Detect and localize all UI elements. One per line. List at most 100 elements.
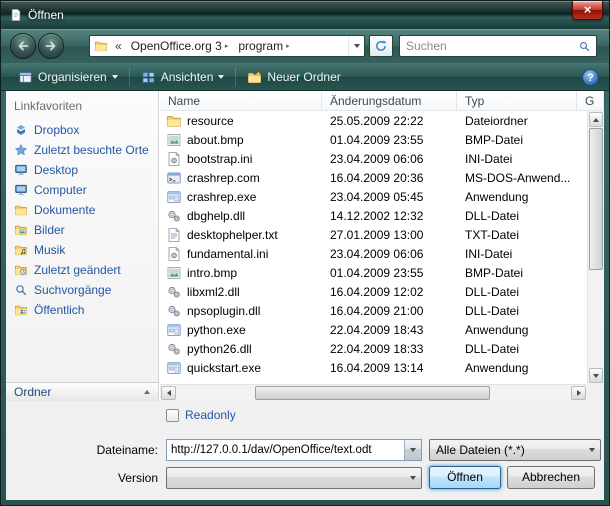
- breadcrumb-separator-icon: ▸: [222, 42, 232, 50]
- sidebar-item-dropbox[interactable]: Dropbox: [6, 120, 158, 140]
- version-dropdown-button[interactable]: [405, 476, 421, 480]
- recently-changed-icon: [14, 263, 28, 277]
- arrow-left-icon: [167, 390, 171, 396]
- sidebar-item-music[interactable]: Musik: [6, 240, 158, 260]
- filename-input[interactable]: [167, 440, 404, 460]
- file-row[interactable]: npsoplugin.dll 16.04.2009 21:00 DLL-Date…: [160, 301, 587, 320]
- file-row[interactable]: python26.dll 22.04.2009 18:33 DLL-Datei: [160, 339, 587, 358]
- back-button[interactable]: [10, 33, 36, 59]
- scrollbar-corner: [587, 384, 604, 401]
- help-button[interactable]: ?: [582, 69, 599, 86]
- sidebar-item-label: Bilder: [34, 223, 65, 237]
- sidebar-item-label: Zuletzt besuchte Orte: [34, 143, 149, 157]
- file-name: python.exe: [187, 323, 246, 337]
- sidebar-item-desktop[interactable]: Desktop: [6, 160, 158, 180]
- pictures-icon: [14, 223, 28, 237]
- searches-icon: [14, 283, 28, 297]
- search-box: [399, 35, 597, 57]
- breadcrumb-label: OpenOffice.org 3: [131, 39, 222, 53]
- address-history-dropdown[interactable]: [348, 36, 364, 56]
- readonly-row: Readonly: [166, 408, 236, 422]
- new-folder-label: Neuer Ordner: [267, 70, 340, 84]
- horizontal-scrollbar-thumb[interactable]: [255, 386, 490, 400]
- filetype-dropdown-button[interactable]: [584, 448, 600, 452]
- browser-pane: Linkfavoriten Dropbox Zuletzt besuchte O…: [6, 91, 604, 401]
- sidebar-item-public[interactable]: Öffentlich: [6, 300, 158, 320]
- file-rows: resource 25.05.2009 22:22 Dateiordner ab…: [160, 111, 587, 377]
- column-header-type[interactable]: Typ: [457, 91, 577, 110]
- scroll-down-button[interactable]: [589, 368, 603, 383]
- vertical-scrollbar[interactable]: [587, 111, 604, 384]
- chevron-down-icon: [354, 44, 360, 48]
- file-date: 23.04.2009 05:45: [322, 190, 457, 204]
- sidebar-item-pictures[interactable]: Bilder: [6, 220, 158, 240]
- column-header-size[interactable]: G: [577, 91, 604, 110]
- breadcrumb-overflow-button[interactable]: «: [111, 39, 126, 53]
- file-row[interactable]: bootstrap.ini 23.04.2009 06:06 INI-Datei: [160, 149, 587, 168]
- file-name: bootstrap.ini: [187, 152, 252, 166]
- readonly-checkbox[interactable]: [166, 409, 179, 422]
- cancel-button[interactable]: Abbrechen: [507, 466, 595, 489]
- file-row[interactable]: quickstart.exe 16.04.2009 13:14 Anwendun…: [160, 358, 587, 377]
- file-type: BMP-Datei: [457, 133, 577, 147]
- sidebar-item-recently-changed[interactable]: Zuletzt geändert: [6, 260, 158, 280]
- ini-file-icon: [166, 151, 182, 167]
- file-date: 23.04.2009 06:06: [322, 152, 457, 166]
- sidebar-item-recent-places[interactable]: Zuletzt besuchte Orte: [6, 140, 158, 160]
- column-header-date[interactable]: Änderungsdatum: [322, 91, 457, 110]
- scroll-right-button[interactable]: [571, 386, 586, 400]
- sidebar-item-label: Suchvorgänge: [34, 283, 111, 297]
- file-row[interactable]: resource 25.05.2009 22:22 Dateiordner: [160, 111, 587, 130]
- horizontal-scrollbar[interactable]: [160, 384, 587, 401]
- music-icon: [14, 243, 28, 257]
- file-name: about.bmp: [187, 133, 244, 147]
- file-row[interactable]: crashrep.exe 23.04.2009 05:45 Anwendung: [160, 187, 587, 206]
- file-row[interactable]: libxml2.dll 16.04.2009 12:02 DLL-Datei: [160, 282, 587, 301]
- breadcrumb-item-program[interactable]: program ▸: [233, 36, 294, 56]
- file-row[interactable]: desktophelper.txt 27.01.2009 13:00 TXT-D…: [160, 225, 587, 244]
- sidebar-item-label: Zuletzt geändert: [34, 263, 121, 277]
- file-row[interactable]: about.bmp 01.04.2009 23:55 BMP-Datei: [160, 130, 587, 149]
- filename-dropdown-button[interactable]: [404, 440, 421, 460]
- new-folder-button[interactable]: Neuer Ordner: [238, 67, 349, 88]
- column-header-name[interactable]: Name: [160, 91, 322, 110]
- dll-file-icon: [166, 303, 182, 319]
- chevron-down-icon: [410, 448, 416, 452]
- sidebar-item-searches[interactable]: Suchvorgänge: [6, 280, 158, 300]
- arrow-right-icon: [577, 390, 581, 396]
- search-input[interactable]: [400, 37, 578, 55]
- refresh-icon: [374, 39, 388, 53]
- sidebar-item-label: Musik: [34, 243, 65, 257]
- organize-button[interactable]: Organisieren: [9, 67, 127, 88]
- refresh-button[interactable]: [369, 35, 393, 57]
- close-button[interactable]: ×: [572, 1, 603, 20]
- version-select[interactable]: [166, 467, 422, 489]
- txt-file-icon: [166, 227, 182, 243]
- address-bar[interactable]: « OpenOffice.org 3 ▸ program ▸: [89, 35, 365, 57]
- vertical-scrollbar-thumb[interactable]: [589, 128, 603, 270]
- file-row[interactable]: python.exe 22.04.2009 18:43 Anwendung: [160, 320, 587, 339]
- file-row[interactable]: crashrep.com 16.04.2009 20:36 MS-DOS-Anw…: [160, 168, 587, 187]
- file-row[interactable]: dbghelp.dll 14.12.2002 12:32 DLL-Datei: [160, 206, 587, 225]
- arrow-down-icon: [593, 374, 599, 378]
- file-name: crashrep.exe: [187, 190, 256, 204]
- breadcrumb-item-openoffice[interactable]: OpenOffice.org 3 ▸: [126, 36, 234, 56]
- computer-icon: [14, 183, 28, 197]
- sidebar-item-documents[interactable]: Dokumente: [6, 200, 158, 220]
- scroll-up-button[interactable]: [589, 112, 603, 127]
- desktop-icon: [14, 163, 28, 177]
- file-row[interactable]: fundamental.ini 23.04.2009 06:06 INI-Dat…: [160, 244, 587, 263]
- file-date: 14.12.2002 12:32: [322, 209, 457, 223]
- views-button[interactable]: Ansichten: [132, 67, 234, 88]
- folders-expander[interactable]: Ordner: [6, 382, 159, 401]
- file-type: Anwendung: [457, 323, 577, 337]
- file-row[interactable]: intro.bmp 01.04.2009 23:55 BMP-Datei: [160, 263, 587, 282]
- chevron-down-icon: [218, 75, 224, 79]
- sidebar-item-computer[interactable]: Computer: [6, 180, 158, 200]
- file-type: DLL-Datei: [457, 285, 577, 299]
- forward-button[interactable]: [38, 33, 64, 59]
- filetype-select[interactable]: Alle Dateien (*.*): [429, 439, 601, 461]
- open-button[interactable]: Öffnen: [429, 466, 501, 489]
- scroll-left-button[interactable]: [161, 386, 176, 400]
- sidebar-item-label: Dropbox: [34, 123, 79, 137]
